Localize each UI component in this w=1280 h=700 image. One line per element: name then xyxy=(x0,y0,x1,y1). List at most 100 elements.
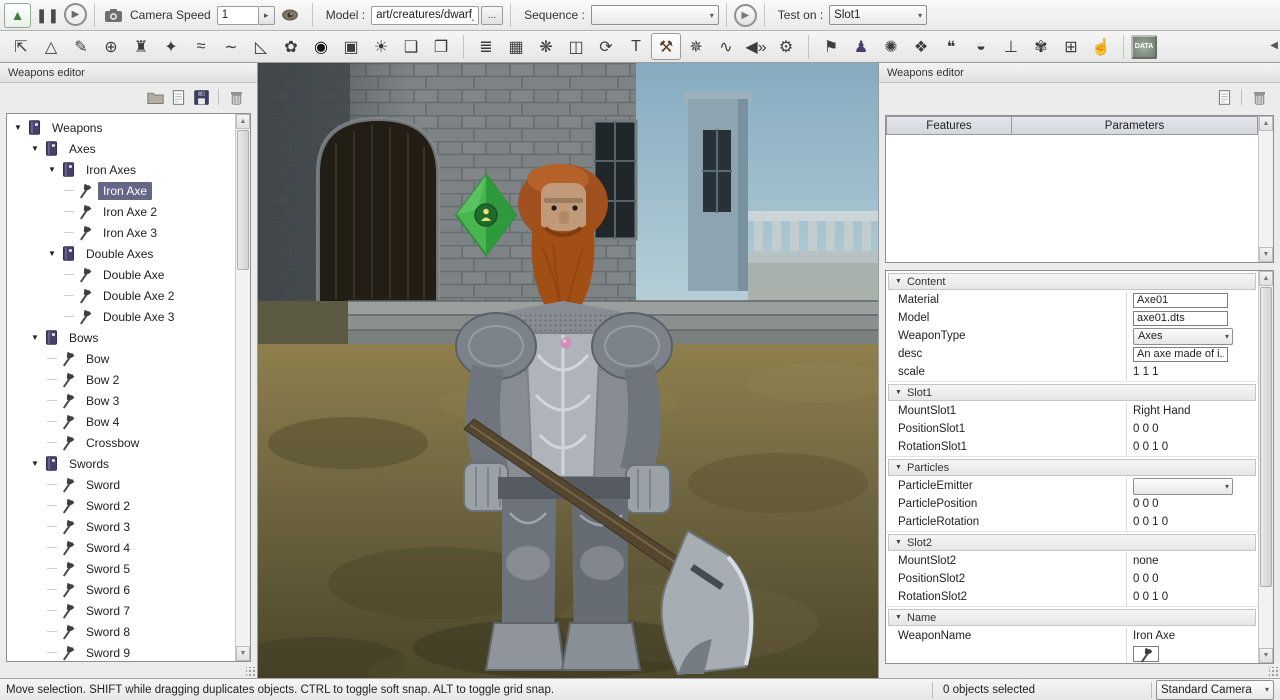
properties-scrollbar[interactable]: ▲ ▼ xyxy=(1258,271,1273,663)
tree-item-sword-3[interactable]: Sword 3 xyxy=(7,516,235,537)
foliage-tool-icon[interactable]: ✿ xyxy=(276,33,306,60)
tree-item-iron-axe-3[interactable]: Iron Axe 3 xyxy=(7,222,235,243)
section-header-slot2[interactable]: ▼Slot2 xyxy=(888,534,1256,551)
features-table-body[interactable] xyxy=(886,135,1258,262)
play-scene-button[interactable]: ▶ xyxy=(64,3,87,26)
weapon-axe-button[interactable] xyxy=(1133,646,1159,662)
camera-speed-input[interactable] xyxy=(217,6,259,25)
mixer-sliders-icon[interactable]: ≣ xyxy=(471,33,501,60)
thumbs-up-icon[interactable]: ☝ xyxy=(1086,33,1116,60)
tree-item-double-axe-2[interactable]: Double Axe 2 xyxy=(7,285,235,306)
layout-columns-button[interactable]: ❚❚ xyxy=(34,3,61,28)
book-icon[interactable]: ◫ xyxy=(561,33,591,60)
tree-item-bow-3[interactable]: Bow 3 xyxy=(7,390,235,411)
tree-item-bow-2[interactable]: Bow 2 xyxy=(7,369,235,390)
terrain-tool-icon[interactable]: △ xyxy=(36,33,66,60)
scroll-up-icon[interactable]: ▲ xyxy=(1259,271,1273,286)
wand-icon[interactable]: ✵ xyxy=(681,33,711,60)
camera-speed-stepper[interactable]: ▸ xyxy=(217,6,275,25)
tree-item-double-axe-3[interactable]: Double Axe 3 xyxy=(7,306,235,327)
datatable-icon[interactable]: ▦ xyxy=(501,33,531,60)
ramp-tool-icon[interactable]: ◺ xyxy=(246,33,276,60)
sequence-select[interactable]: ▾ xyxy=(591,5,719,25)
data-button[interactable]: DATA xyxy=(1131,35,1157,59)
material-input[interactable] xyxy=(1133,293,1228,308)
camera-icon[interactable] xyxy=(104,6,122,24)
expander-icon[interactable]: ▼ xyxy=(47,165,57,174)
anvil-icon[interactable]: ⊥ xyxy=(996,33,1026,60)
viewport-3d[interactable] xyxy=(258,63,878,678)
tree-item-iron-axe[interactable]: Iron Axe xyxy=(7,180,235,201)
bug-icon[interactable]: ✺ xyxy=(876,33,906,60)
chat-bubble-icon[interactable]: ❝ xyxy=(936,33,966,60)
stamp-tool-icon[interactable]: ♜ xyxy=(126,33,156,60)
scroll-down-icon[interactable]: ▼ xyxy=(1259,648,1273,663)
tree-item-sword-7[interactable]: Sword 7 xyxy=(7,600,235,621)
tree-item-swords[interactable]: ▼Swords xyxy=(7,453,235,474)
network-icon[interactable]: ❖ xyxy=(906,33,936,60)
pulse-icon[interactable]: ∿ xyxy=(711,33,741,60)
water-tool-icon[interactable]: ≈ xyxy=(186,33,216,60)
axe-editor-icon[interactable]: ⚒ xyxy=(651,33,681,60)
weapontype-select[interactable]: Axes▾ xyxy=(1133,328,1233,345)
tree-item-sword-6[interactable]: Sword 6 xyxy=(7,579,235,600)
calendar-icon[interactable]: ⊞ xyxy=(1056,33,1086,60)
tree-item-crossbow[interactable]: Crossbow xyxy=(7,432,235,453)
scroll-thumb[interactable] xyxy=(1260,287,1272,587)
expander-icon[interactable]: ▼ xyxy=(30,144,40,153)
expander-icon[interactable]: ▼ xyxy=(47,249,57,258)
solid-cube-icon[interactable]: ❑ xyxy=(396,33,426,60)
road-tool-icon[interactable]: ∼ xyxy=(216,33,246,60)
model-path-input[interactable] xyxy=(371,6,479,25)
compass-icon[interactable]: ◉ xyxy=(306,33,336,60)
database-icon[interactable]: ◒ xyxy=(966,33,996,60)
gears-icon[interactable]: ⚙ xyxy=(771,33,801,60)
scroll-up-icon[interactable]: ▲ xyxy=(1259,116,1273,131)
wire-cube-icon[interactable]: ❒ xyxy=(426,33,456,60)
section-header-name[interactable]: ▼Name xyxy=(888,609,1256,626)
terrain-paint-icon[interactable]: ✎ xyxy=(66,33,96,60)
wheel-icon[interactable]: ❋ xyxy=(531,33,561,60)
tree-item-double-axe[interactable]: Double Axe xyxy=(7,264,235,285)
section-header-content[interactable]: ▼Content xyxy=(888,273,1256,290)
pin-flag-icon[interactable]: ⚑ xyxy=(816,33,846,60)
tree-item-bow[interactable]: Bow xyxy=(7,348,235,369)
tree-item-axes[interactable]: ▼Axes xyxy=(7,138,235,159)
tree-item-weapons[interactable]: ▼Weapons xyxy=(7,117,235,138)
timer-icon[interactable]: ⟳ xyxy=(591,33,621,60)
play-sequence-button[interactable]: ▶ xyxy=(734,4,757,27)
browse-model-button[interactable]: ... xyxy=(481,6,503,25)
expander-icon[interactable]: ▼ xyxy=(30,459,40,468)
sun-icon[interactable]: ☀ xyxy=(366,33,396,60)
shirt-icon[interactable]: T xyxy=(621,33,651,60)
tree-item-bow-4[interactable]: Bow 4 xyxy=(7,411,235,432)
tree-item-iron-axe-2[interactable]: Iron Axe 2 xyxy=(7,201,235,222)
camera-mode-select[interactable]: Standard Camera ▾ xyxy=(1156,680,1274,700)
eye-icon[interactable] xyxy=(281,6,299,24)
scroll-down-icon[interactable]: ▼ xyxy=(1259,247,1273,262)
tree-item-double-axes[interactable]: ▼Double Axes xyxy=(7,243,235,264)
scene-landscape-button[interactable]: ▲ xyxy=(4,3,31,28)
model-input[interactable] xyxy=(1133,311,1228,326)
comet-brush-icon[interactable]: ✦ xyxy=(156,33,186,60)
scroll-down-icon[interactable]: ▼ xyxy=(236,646,250,661)
tree-item-sword-2[interactable]: Sword 2 xyxy=(7,495,235,516)
tree-item-bows[interactable]: ▼Bows xyxy=(7,327,235,348)
column-header-parameters[interactable]: Parameters xyxy=(1012,116,1258,135)
axis-tool-icon[interactable]: ⇱ xyxy=(6,33,36,60)
stepper-arrow-icon[interactable]: ▸ xyxy=(259,6,275,25)
tree-item-iron-axes[interactable]: ▼Iron Axes xyxy=(7,159,235,180)
column-header-features[interactable]: Features xyxy=(886,116,1012,135)
new-document-icon[interactable] xyxy=(1215,88,1233,106)
toolbar-scroll-left-icon[interactable]: ◀ xyxy=(1270,40,1278,51)
marquee-select-icon[interactable]: ▣ xyxy=(336,33,366,60)
tree-item-sword[interactable]: Sword xyxy=(7,474,235,495)
tree-item-sword-4[interactable]: Sword 4 xyxy=(7,537,235,558)
resize-grip[interactable] xyxy=(246,667,256,677)
new-document-icon[interactable] xyxy=(169,88,187,106)
section-header-slot1[interactable]: ▼Slot1 xyxy=(888,384,1256,401)
award-icon[interactable]: ✾ xyxy=(1026,33,1056,60)
scroll-thumb[interactable] xyxy=(237,130,249,270)
delete-icon[interactable] xyxy=(1250,88,1268,106)
section-header-particles[interactable]: ▼Particles xyxy=(888,459,1256,476)
